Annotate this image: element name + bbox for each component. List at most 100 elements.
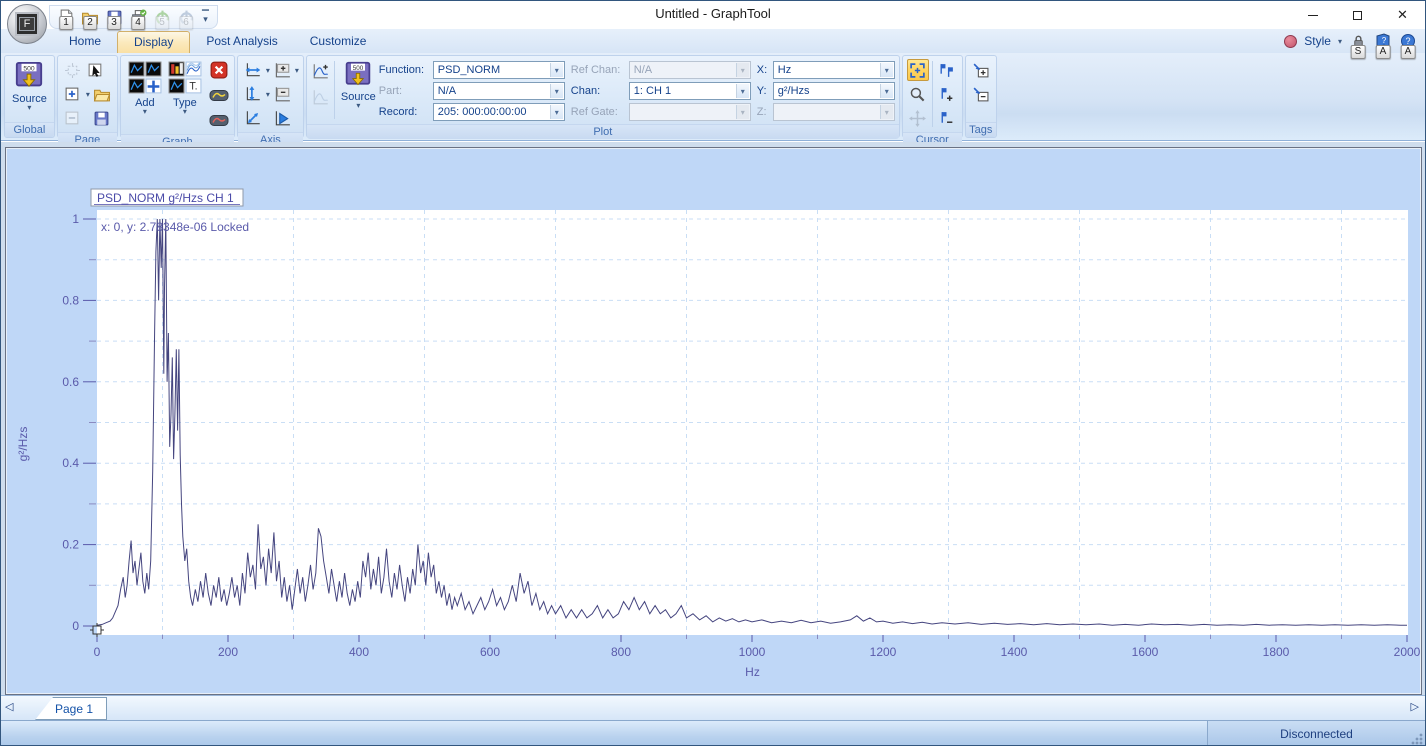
axis-add-dropdown-arrow[interactable]: ▾ xyxy=(295,66,299,75)
page-save-button[interactable] xyxy=(91,107,113,129)
graph-add-button[interactable]: Add ▾ xyxy=(125,59,165,117)
y-axis-icon xyxy=(244,85,262,103)
page-open-button[interactable] xyxy=(91,83,113,105)
combo-dropdown-arrow[interactable]: ▾ xyxy=(550,84,563,98)
plot-remove-curve-button xyxy=(311,88,331,106)
svg-text:500: 500 xyxy=(24,65,36,72)
help-button[interactable]: ? A xyxy=(1399,32,1417,50)
z-unit-label: Z: xyxy=(757,106,773,118)
new-document-button[interactable]: 1 xyxy=(56,7,76,27)
combo-dropdown-arrow[interactable]: ▾ xyxy=(736,84,749,98)
z-unit-combo: ▾ xyxy=(773,103,895,121)
application-menu-button[interactable]: F xyxy=(7,4,47,44)
page-nav-left-icon[interactable]: ◁ xyxy=(5,700,13,713)
style-button[interactable]: Style xyxy=(1304,34,1331,48)
axis-remove-button[interactable] xyxy=(271,83,293,105)
ribbon-group-graph: Add ▾ T. Type ▾ xyxy=(120,55,235,138)
svg-text:1200: 1200 xyxy=(870,645,897,659)
move-icon xyxy=(909,110,926,127)
tab-home[interactable]: Home xyxy=(53,31,117,53)
axis-y-button[interactable] xyxy=(242,83,264,105)
graph-page[interactable]: 00.20.40.60.8102004006008001000120014001… xyxy=(5,147,1422,695)
open-button[interactable]: 2 xyxy=(80,7,100,27)
ribbon: 500 Source ▾ Global xyxy=(1,53,1425,141)
combo-dropdown-arrow[interactable]: ▾ xyxy=(880,63,893,77)
page-select-button[interactable] xyxy=(85,59,107,81)
maximize-button[interactable] xyxy=(1335,1,1380,29)
fit-page-icon xyxy=(64,62,81,79)
cursor-crosshair-button[interactable] xyxy=(907,59,929,81)
connection-status-text: Disconnected xyxy=(1280,727,1353,741)
source-floppy-icon: 500 xyxy=(14,61,44,91)
tab-display[interactable]: Display xyxy=(117,31,190,53)
global-source-button[interactable]: 500 Source ▾ xyxy=(9,59,50,113)
customize-qat-button[interactable]: ▔▾ xyxy=(200,13,209,21)
plot-source-button[interactable]: 500 Source ▾ xyxy=(338,59,379,111)
cursor-minus-icon xyxy=(938,110,955,127)
cursor-link-button[interactable] xyxy=(936,59,958,81)
record-combo[interactable]: 205: 000:00:00:00▾ xyxy=(433,103,565,121)
save-button[interactable]: 3 xyxy=(104,7,124,27)
cursor-pan-button xyxy=(907,107,929,129)
cursor-remove-button[interactable] xyxy=(936,107,958,129)
axis-y-dropdown-arrow[interactable]: ▾ xyxy=(266,90,270,99)
graph-overlay-yellow-button[interactable] xyxy=(208,84,230,106)
axis-minus-icon xyxy=(273,85,291,103)
print-button[interactable]: 4 xyxy=(128,7,148,27)
axis-x-dropdown-arrow[interactable]: ▾ xyxy=(266,66,270,75)
ribbon-tab-row: Home Display Post Analysis Customize Sty… xyxy=(1,29,1425,53)
style-dropdown-arrow[interactable]: ▾ xyxy=(1338,37,1342,46)
resize-grip[interactable] xyxy=(1411,733,1423,745)
page-add-dropdown-arrow[interactable]: ▾ xyxy=(86,90,90,99)
graph-type-button[interactable]: T. Type ▾ xyxy=(165,59,205,117)
xy-axis-icon xyxy=(244,109,262,127)
svg-text:2000: 2000 xyxy=(1394,645,1421,659)
lock-button[interactable]: S xyxy=(1349,32,1367,50)
page-add-button[interactable] xyxy=(62,83,84,105)
select-pointer-icon xyxy=(87,62,104,79)
minimize-button[interactable] xyxy=(1290,1,1335,29)
source-floppy-icon: 500 xyxy=(344,61,372,89)
magnifier-icon xyxy=(909,86,926,103)
type-dropdown-arrow: ▾ xyxy=(183,109,187,115)
x-unit-combo[interactable]: Hz▾ xyxy=(773,61,895,79)
tag-add-button[interactable] xyxy=(970,59,992,81)
manual-button[interactable]: ? A xyxy=(1374,32,1392,50)
psd-plot[interactable]: 00.20.40.60.8102004006008001000120014001… xyxy=(7,149,1421,693)
tab-post-analysis[interactable]: Post Analysis xyxy=(190,31,293,53)
cursor-add-button[interactable] xyxy=(936,83,958,105)
chan-combo[interactable]: 1: CH 1▾ xyxy=(629,82,751,100)
combo-dropdown-arrow[interactable]: ▾ xyxy=(550,63,563,77)
tab-customize[interactable]: Customize xyxy=(294,31,383,53)
combo-dropdown-arrow[interactable]: ▾ xyxy=(880,84,893,98)
axis-add-button[interactable] xyxy=(271,59,293,81)
app-window: Untitled - GraphTool ✕ F 1 2 3 4 5 xyxy=(0,0,1426,746)
axis-x-button[interactable] xyxy=(242,59,264,81)
part-combo[interactable]: N/A▾ xyxy=(433,82,565,100)
svg-text:200: 200 xyxy=(218,645,238,659)
svg-text:1600: 1600 xyxy=(1132,645,1159,659)
close-button[interactable]: ✕ xyxy=(1380,1,1425,29)
group-label-global: Global xyxy=(5,122,54,137)
group-label-tags: Tags xyxy=(966,122,996,137)
graph-delete-button[interactable] xyxy=(208,59,230,81)
combo-dropdown-arrow[interactable]: ▾ xyxy=(550,105,563,119)
page-tab-active[interactable]: Page 1 xyxy=(23,697,107,720)
axis-autoscale-button[interactable] xyxy=(271,107,293,129)
y-unit-combo[interactable]: g²/Hzs▾ xyxy=(773,82,895,100)
graph-overlay-red-button[interactable] xyxy=(208,109,230,131)
disconnect-button: 6 xyxy=(176,7,196,27)
ribbon-group-plot: 500 Source ▾ Function: PSD_NORM▾ Part: N… xyxy=(306,55,900,138)
add-curve-icon xyxy=(312,62,330,80)
ref-gate-label: Ref Gate: xyxy=(571,106,629,118)
connect-button: 5 xyxy=(152,7,172,27)
record-indicator-icon xyxy=(1284,35,1297,48)
delete-x-icon xyxy=(210,61,228,79)
axis-xy-button[interactable] xyxy=(242,107,264,129)
page-nav-right-icon[interactable]: ▷ xyxy=(1411,700,1419,713)
plot-add-curve-button[interactable] xyxy=(311,62,331,80)
cursor-zoom-button[interactable] xyxy=(907,83,929,105)
page-tab-label: Page 1 xyxy=(55,702,93,716)
tag-remove-button[interactable] xyxy=(970,83,992,105)
function-combo[interactable]: PSD_NORM▾ xyxy=(433,61,565,79)
